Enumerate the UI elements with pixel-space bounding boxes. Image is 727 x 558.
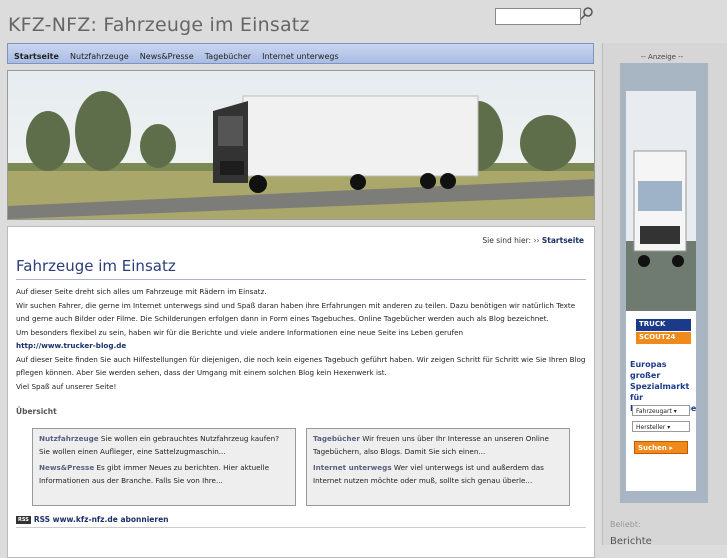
truckscout-ad[interactable]: TRUCK SCOUT24 Europas großer Spezialmark… bbox=[620, 63, 708, 503]
nav-item-news-presse[interactable]: News&Presse bbox=[140, 47, 194, 66]
overview-box-left: Nutzfahrzeuge Sie wollen ein gebrauchtes… bbox=[32, 428, 296, 506]
intro-paragraph: Um besonders flexibel zu sein, haben wir… bbox=[16, 327, 464, 337]
overview-entry: News&Presse Es gibt immer Neues zu beric… bbox=[39, 462, 289, 487]
nav-item-nutzfahrzeuge[interactable]: Nutzfahrzeuge bbox=[70, 47, 129, 66]
rss-label[interactable]: RSS www.kfz-nfz.de abonnieren bbox=[34, 515, 169, 524]
breadcrumb-current[interactable]: Startseite bbox=[542, 236, 584, 245]
chevron-right-icon: ›› bbox=[533, 236, 542, 245]
intro-paragraph: Auf dieser Seite dreht sich alles um Fah… bbox=[16, 287, 267, 296]
berichte-heading[interactable]: Berichte bbox=[610, 536, 652, 547]
overview-box-right: Tagebücher Wir freuen uns über Ihr Inter… bbox=[306, 428, 570, 506]
nav-item-startseite[interactable]: Startseite bbox=[14, 47, 59, 66]
main-nav: Startseite Nutzfahrzeuge News&Presse Tag… bbox=[7, 43, 594, 64]
intro-paragraph: Wir suchen Fahrer, die gerne im Internet… bbox=[16, 300, 576, 324]
vehicle-type-select[interactable]: Fahrzeugart ▾ bbox=[632, 405, 690, 416]
overview-heading: Übersicht bbox=[16, 407, 57, 416]
overview-entry: Nutzfahrzeuge Sie wollen ein gebrauchtes… bbox=[39, 433, 289, 458]
truckscout-logo: TRUCK SCOUT24 bbox=[636, 319, 691, 344]
title-divider bbox=[16, 279, 586, 280]
ad-search-button[interactable]: Suchen ▸ bbox=[634, 441, 688, 454]
main-content: Sie sind hier: ›› Startseite Fahrzeuge i… bbox=[7, 226, 595, 558]
nav-item-internet-unterwegs[interactable]: Internet unterwegs bbox=[262, 47, 339, 66]
ad-truck-image bbox=[626, 91, 696, 311]
ad-label: -- Anzeige -- bbox=[640, 53, 684, 61]
page-title: Fahrzeuge im Einsatz bbox=[16, 257, 176, 275]
rss-subscribe-link[interactable]: RSS RSS www.kfz-nfz.de abonnieren bbox=[16, 515, 169, 524]
sidebar: -- Anzeige -- TRUCK SCOUT24 Europas groß… bbox=[602, 43, 727, 547]
intro-text: Auf dieser Seite dreht sich alles um Fah… bbox=[16, 285, 588, 393]
rss-icon: RSS bbox=[16, 516, 31, 524]
breadcrumb: Sie sind hier: ›› Startseite bbox=[482, 236, 584, 245]
site-title: KFZ-NFZ: Fahrzeuge im Einsatz bbox=[8, 14, 310, 36]
popular-label: Beliebt: bbox=[610, 520, 641, 529]
header-banner-image bbox=[7, 70, 595, 220]
search-input[interactable] bbox=[495, 8, 581, 25]
overview-link-internet-unterwegs[interactable]: Internet unterwegs bbox=[313, 463, 392, 472]
overview-link-tagebuecher[interactable]: Tagebücher bbox=[313, 434, 360, 443]
trucker-blog-link[interactable]: http://www.trucker-blog.de bbox=[16, 339, 588, 353]
overview-link-nutzfahrzeuge[interactable]: Nutzfahrzeuge bbox=[39, 434, 99, 443]
manufacturer-select[interactable]: Hersteller ▾ bbox=[632, 421, 690, 432]
nav-item-tagebuecher[interactable]: Tagebücher bbox=[205, 47, 251, 66]
overview-entry: Internet unterwegs Wer viel unterwegs is… bbox=[313, 462, 563, 487]
overview-link-news-presse[interactable]: News&Presse bbox=[39, 463, 94, 472]
breadcrumb-prefix: Sie sind hier: bbox=[482, 236, 532, 245]
overview-entry: Tagebücher Wir freuen uns über Ihr Inter… bbox=[313, 433, 563, 458]
search-icon[interactable] bbox=[580, 6, 594, 20]
bottom-divider bbox=[16, 527, 586, 528]
ad-panel: TRUCK SCOUT24 Europas großer Spezialmark… bbox=[626, 91, 696, 491]
intro-paragraph: Auf dieser Seite finden Sie auch Hilfest… bbox=[16, 354, 586, 378]
intro-paragraph: Viel Spaß auf unserer Seite! bbox=[16, 381, 117, 391]
